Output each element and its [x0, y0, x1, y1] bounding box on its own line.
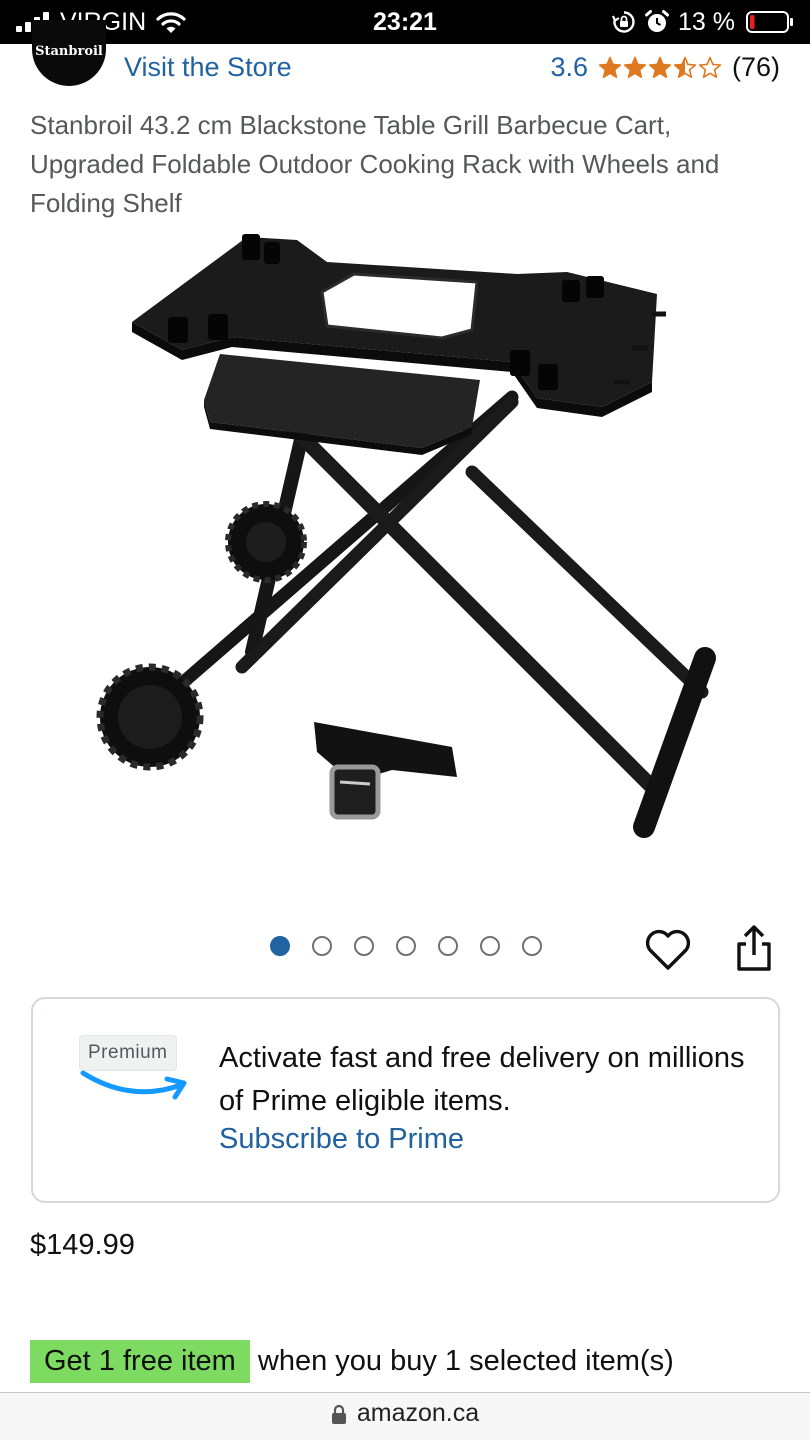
- star-icon: [648, 56, 672, 78]
- star-icon: [623, 56, 647, 78]
- promo-badge: Get 1 free item: [30, 1340, 250, 1383]
- image-pagination: [270, 936, 542, 956]
- star-icon: [698, 56, 722, 78]
- share-icon[interactable]: [734, 924, 774, 972]
- brand-logo-text: Stanbroil: [35, 44, 103, 59]
- subscribe-prime-link[interactable]: Subscribe to Prime: [219, 1123, 464, 1156]
- battery-icon: [746, 11, 793, 33]
- pagination-dot[interactable]: [522, 936, 542, 956]
- pagination-dot[interactable]: [354, 936, 374, 956]
- side-shelf: [204, 354, 480, 448]
- product-title: Stanbroil 43.2 cm Blackstone Table Grill…: [30, 110, 720, 218]
- url-text: amazon.ca: [356, 1399, 480, 1427]
- brand-logo[interactable]: Stanbroil: [32, 20, 106, 86]
- wheel-back: [225, 501, 307, 583]
- prime-smile-icon: [80, 1070, 187, 1100]
- pagination-dot[interactable]: [270, 936, 290, 956]
- foot-bar: [633, 647, 716, 838]
- star-icon: [598, 56, 622, 78]
- rating-value: 3.6: [550, 52, 588, 82]
- pagination-dot[interactable]: [312, 936, 332, 956]
- star-rating: [598, 56, 722, 80]
- battery-percent: 13 %: [678, 8, 735, 36]
- table-cutout: [320, 272, 479, 340]
- wheel-front: [96, 663, 204, 771]
- pagination-dot[interactable]: [396, 936, 416, 956]
- rating-summary[interactable]: 3.6 (76): [550, 52, 780, 83]
- rotation-lock-icon: [612, 11, 635, 33]
- status-bar: VIRGIN 23:21 13 %: [0, 0, 810, 44]
- alarm-icon: [645, 10, 669, 32]
- lock-icon: [331, 1404, 346, 1424]
- prime-logo: Premium: [79, 1035, 189, 1109]
- front-leg-c: [465, 465, 709, 699]
- prime-card: Premium Activate fast and free delivery …: [31, 997, 780, 1203]
- review-count: (76): [731, 52, 780, 82]
- heart-icon[interactable]: [644, 928, 692, 972]
- promo-text: when you buy 1 selected item(s): [249, 1345, 674, 1377]
- browser-address-bar[interactable]: amazon.ca: [0, 1393, 810, 1440]
- pagination-dot[interactable]: [480, 936, 500, 956]
- prime-badge: Premium: [79, 1035, 177, 1071]
- pagination-dot[interactable]: [438, 936, 458, 956]
- visit-store-link[interactable]: Visit the Store: [124, 52, 292, 83]
- product-price: $149.99: [30, 1229, 135, 1261]
- prime-description: Activate fast and free delivery on milli…: [219, 1042, 745, 1117]
- product-image[interactable]: [92, 222, 732, 852]
- star-icon: [673, 56, 697, 78]
- promo-offer[interactable]: Get 1 free item when you buy 1 selected …: [30, 1340, 674, 1383]
